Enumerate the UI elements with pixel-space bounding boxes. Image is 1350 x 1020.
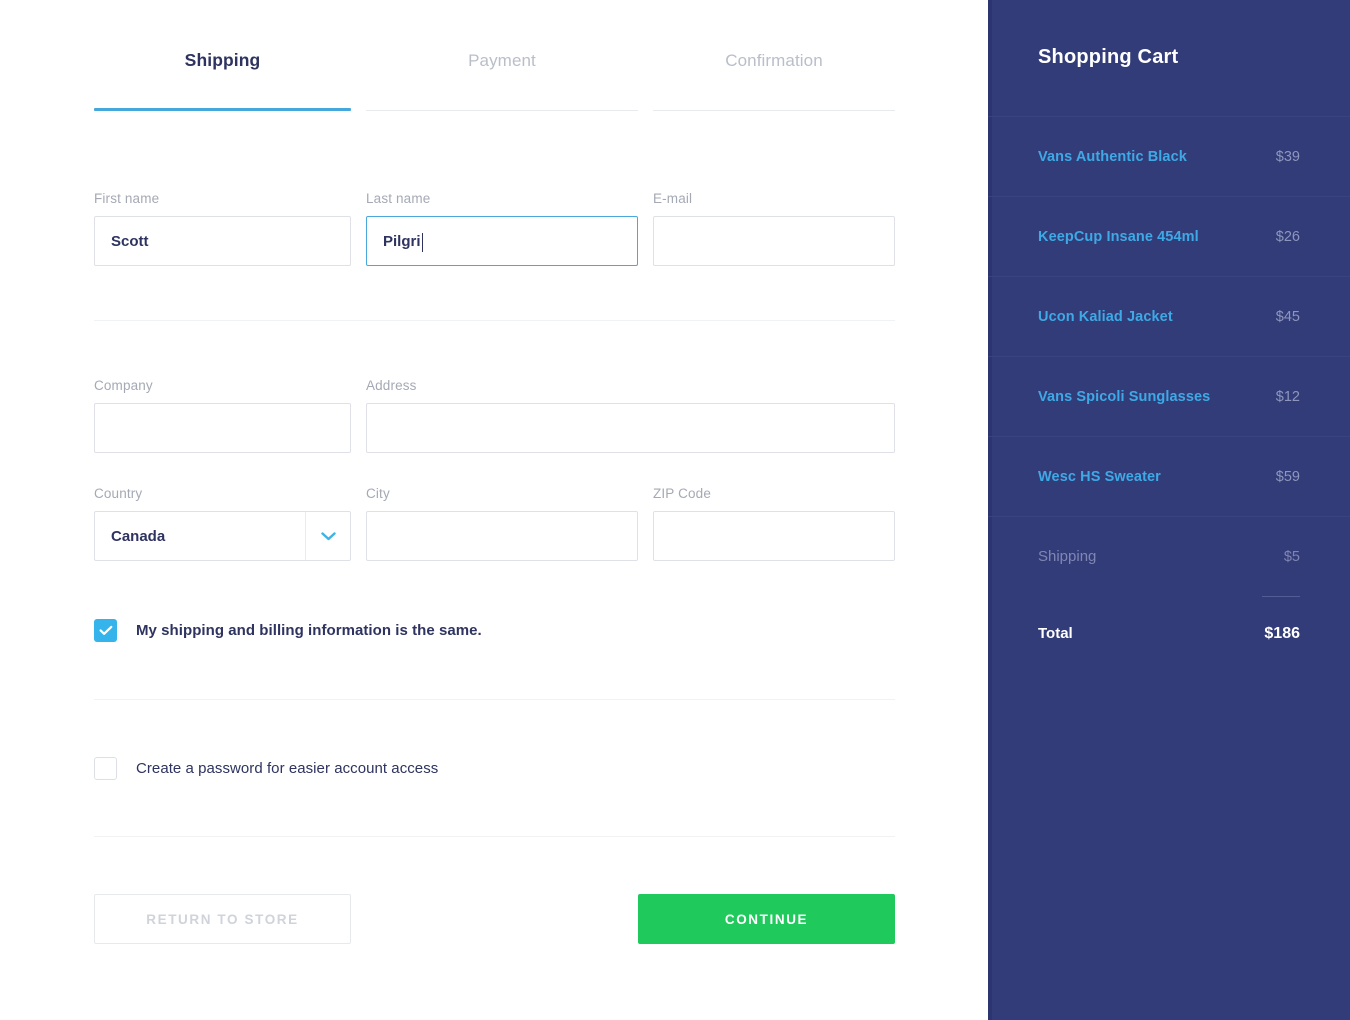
- company-address-row: Company Address: [94, 378, 895, 453]
- city-input[interactable]: [366, 511, 638, 561]
- first-name-field: First name Scott: [94, 191, 351, 266]
- first-name-input[interactable]: Scott: [94, 216, 351, 266]
- city-field: City: [366, 486, 638, 561]
- first-name-label: First name: [94, 191, 160, 206]
- shopping-cart-sidebar: Shopping Cart Vans Authentic Black $39 K…: [988, 0, 1350, 1020]
- cart-item-name[interactable]: Vans Spicoli Sunglasses: [1038, 389, 1210, 405]
- tab-confirmation-underline: [653, 110, 895, 111]
- cart-item-price: $59: [1275, 468, 1300, 485]
- section-divider-3: [94, 836, 895, 837]
- total-price: $186: [1264, 624, 1300, 642]
- create-password-checkbox[interactable]: [94, 757, 117, 780]
- last-name-field: Last name Pilgri: [366, 191, 638, 266]
- address-field: Address: [366, 378, 895, 453]
- shipping-row: Shipping $5: [988, 516, 1350, 596]
- email-field: E-mail: [653, 191, 895, 266]
- cart-item-row[interactable]: KeepCup Insane 454ml $26: [988, 196, 1350, 276]
- tab-shipping-underline: [94, 108, 351, 111]
- country-select[interactable]: Canada: [94, 511, 351, 561]
- cart-item-price: $39: [1275, 148, 1300, 165]
- zip-input[interactable]: [653, 511, 895, 561]
- country-city-zip-row: Country Canada City ZIP Code: [94, 486, 895, 561]
- section-divider-2: [94, 699, 895, 700]
- create-password-row[interactable]: Create a password for easier account acc…: [94, 757, 895, 780]
- tab-payment-underline: [366, 110, 638, 111]
- billing-same-row[interactable]: My shipping and billing information is t…: [94, 619, 895, 642]
- return-to-store-button[interactable]: RETURN TO STORE: [94, 894, 351, 944]
- cart-item-price: $12: [1275, 388, 1300, 405]
- chevron-down-icon[interactable]: [305, 512, 350, 560]
- total-row: Total $186: [988, 596, 1350, 671]
- checkout-steps: Shipping Payment Confirmation: [94, 0, 895, 121]
- country-value: Canada: [111, 527, 166, 545]
- company-input[interactable]: [94, 403, 351, 453]
- cart-item-name[interactable]: Ucon Kaliad Jacket: [1038, 309, 1173, 325]
- shipping-label: Shipping: [1038, 548, 1097, 565]
- cart-item-name[interactable]: KeepCup Insane 454ml: [1038, 229, 1199, 245]
- cart-title: Shopping Cart: [1038, 46, 1179, 68]
- company-label: Company: [94, 378, 153, 393]
- form-actions: RETURN TO STORE CONTINUE: [94, 894, 895, 944]
- last-name-input[interactable]: Pilgri: [366, 216, 638, 266]
- cart-item-price: $45: [1275, 308, 1300, 325]
- cart-item-row[interactable]: Vans Authentic Black $39: [988, 116, 1350, 196]
- cart-item-price: $26: [1275, 228, 1300, 245]
- cart-item-row[interactable]: Ucon Kaliad Jacket $45: [988, 276, 1350, 356]
- text-cursor: [421, 232, 423, 252]
- zip-field: ZIP Code: [653, 486, 895, 561]
- name-row: First name Scott Last name Pilgri E-mail: [94, 191, 895, 266]
- country-field: Country Canada: [94, 486, 351, 561]
- checkout-column: Shipping Payment Confirmation First name…: [0, 0, 988, 1020]
- tab-shipping[interactable]: Shipping: [94, 0, 351, 121]
- last-name-value: Pilgri: [383, 232, 421, 250]
- zip-label: ZIP Code: [653, 486, 711, 501]
- cart-item-row[interactable]: Wesc HS Sweater $59: [988, 436, 1350, 516]
- first-name-value: Scott: [111, 232, 149, 250]
- shipping-form: First name Scott Last name Pilgri E-mail: [94, 121, 895, 944]
- last-name-label: Last name: [366, 191, 431, 206]
- checkout-page: Shipping Payment Confirmation First name…: [0, 0, 1350, 1020]
- section-divider-1: [94, 320, 895, 321]
- address-label: Address: [366, 378, 417, 393]
- email-input[interactable]: [653, 216, 895, 266]
- company-field: Company: [94, 378, 351, 453]
- total-label: Total: [1038, 625, 1073, 642]
- cart-item-name[interactable]: Wesc HS Sweater: [1038, 469, 1161, 485]
- billing-same-checkbox[interactable]: [94, 619, 117, 642]
- tab-confirmation-label: Confirmation: [725, 50, 823, 70]
- cart-item-name[interactable]: Vans Authentic Black: [1038, 149, 1187, 165]
- cart-items-list: Vans Authentic Black $39 KeepCup Insane …: [988, 116, 1350, 671]
- tab-payment-label: Payment: [468, 50, 536, 70]
- tab-shipping-label: Shipping: [184, 50, 261, 70]
- billing-same-label: My shipping and billing information is t…: [136, 622, 482, 639]
- create-password-label: Create a password for easier account acc…: [136, 760, 439, 777]
- city-label: City: [366, 486, 390, 501]
- email-label: E-mail: [653, 191, 693, 206]
- address-input[interactable]: [366, 403, 895, 453]
- tab-confirmation[interactable]: Confirmation: [653, 0, 895, 121]
- total-divider: [1262, 596, 1300, 597]
- tab-payment[interactable]: Payment: [366, 0, 638, 121]
- country-label: Country: [94, 486, 143, 501]
- cart-item-row[interactable]: Vans Spicoli Sunglasses $12: [988, 356, 1350, 436]
- continue-button[interactable]: CONTINUE: [638, 894, 895, 944]
- total-section: Total $186: [988, 596, 1350, 671]
- shipping-price: $5: [1283, 548, 1300, 565]
